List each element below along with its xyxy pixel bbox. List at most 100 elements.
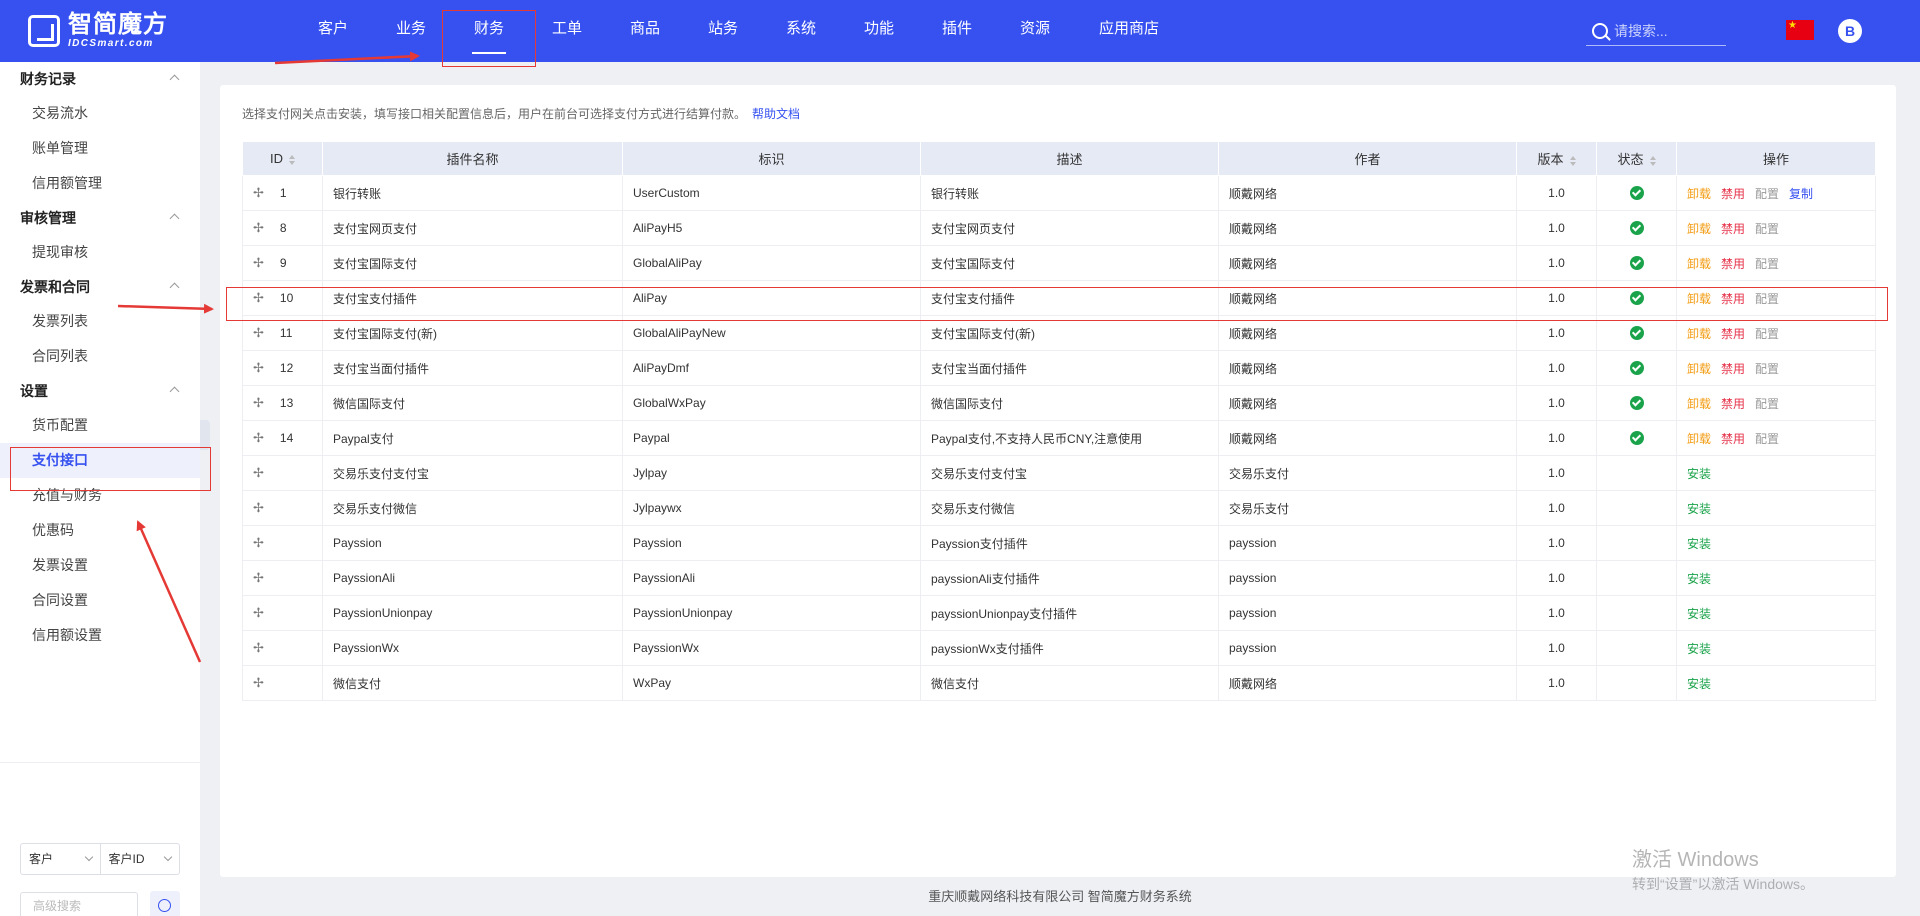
logo[interactable]: 智简魔方 IDCSmart.com bbox=[28, 13, 168, 49]
nav-item-8[interactable]: 插件 bbox=[918, 0, 996, 62]
disable-button[interactable]: 禁用 bbox=[1721, 187, 1745, 201]
nav-item-2[interactable]: 财务 bbox=[450, 0, 528, 62]
disable-button[interactable]: 禁用 bbox=[1721, 257, 1745, 271]
advanced-search-input[interactable]: 高级搜索 bbox=[20, 892, 138, 916]
config-button[interactable]: 配置 bbox=[1755, 327, 1779, 341]
sidebar-item[interactable]: 支付接口 bbox=[0, 443, 200, 478]
uninstall-button[interactable]: 卸载 bbox=[1687, 257, 1711, 271]
drag-handle-icon[interactable]: ✢ bbox=[253, 220, 264, 235]
config-button[interactable]: 配置 bbox=[1755, 257, 1779, 271]
copy-button[interactable]: 复制 bbox=[1789, 187, 1813, 201]
cell-name: 支付宝当面付插件 bbox=[322, 350, 623, 386]
config-button[interactable]: 配置 bbox=[1755, 362, 1779, 376]
install-button[interactable]: 安装 bbox=[1687, 467, 1711, 481]
uninstall-button[interactable]: 卸载 bbox=[1687, 362, 1711, 376]
nav-item-1[interactable]: 业务 bbox=[372, 0, 450, 62]
drag-handle-icon[interactable]: ✢ bbox=[253, 500, 264, 515]
nav-item-3[interactable]: 工单 bbox=[528, 0, 606, 62]
disable-button[interactable]: 禁用 bbox=[1721, 432, 1745, 446]
cell-actions: 安装 bbox=[1676, 665, 1876, 701]
install-button[interactable]: 安装 bbox=[1687, 607, 1711, 621]
install-button[interactable]: 安装 bbox=[1687, 572, 1711, 586]
column-header[interactable]: ID bbox=[242, 141, 323, 176]
drag-handle-icon[interactable]: ✢ bbox=[253, 535, 264, 550]
sidebar-item[interactable]: 合同列表 bbox=[0, 339, 200, 374]
check-circle-icon bbox=[1629, 396, 1644, 411]
config-button[interactable]: 配置 bbox=[1755, 222, 1779, 236]
sidebar-item[interactable]: 信用额管理 bbox=[0, 166, 200, 201]
cell-version: 1.0 bbox=[1516, 175, 1597, 211]
sidebar-item[interactable]: 优惠码 bbox=[0, 513, 200, 548]
drag-handle-icon[interactable]: ✢ bbox=[253, 185, 264, 200]
global-search[interactable]: 请搜索... bbox=[1586, 16, 1726, 46]
drag-handle-icon[interactable]: ✢ bbox=[253, 255, 264, 270]
drag-handle-icon[interactable]: ✢ bbox=[253, 675, 264, 690]
row-id: 11 bbox=[279, 326, 293, 340]
sidebar-item[interactable]: 货币配置 bbox=[0, 408, 200, 443]
sidebar-item[interactable]: 信用额设置 bbox=[0, 618, 200, 653]
disable-button[interactable]: 禁用 bbox=[1721, 327, 1745, 341]
disable-button[interactable]: 禁用 bbox=[1721, 292, 1745, 306]
sidebar-item[interactable]: 账单管理 bbox=[0, 131, 200, 166]
sort-icon[interactable] bbox=[1649, 155, 1656, 166]
sidebar-item[interactable]: 合同设置 bbox=[0, 583, 200, 618]
install-button[interactable]: 安装 bbox=[1687, 642, 1711, 656]
advanced-search-button[interactable] bbox=[150, 891, 180, 916]
sort-icon[interactable] bbox=[1569, 155, 1576, 166]
uninstall-button[interactable]: 卸载 bbox=[1687, 432, 1711, 446]
search-input[interactable]: 请搜索... bbox=[1614, 21, 1668, 41]
china-flag-icon[interactable] bbox=[1786, 20, 1814, 40]
nav-item-0[interactable]: 客户 bbox=[294, 0, 372, 62]
nav-item-5[interactable]: 站务 bbox=[684, 0, 762, 62]
sidebar-item[interactable]: 充值与财务 bbox=[0, 478, 200, 513]
search-type-select[interactable]: 客户 bbox=[21, 844, 100, 874]
config-button[interactable]: 配置 bbox=[1755, 187, 1779, 201]
help-doc-link[interactable]: 帮助文档 bbox=[752, 107, 800, 121]
sidebar-item[interactable]: 交易流水 bbox=[0, 96, 200, 131]
drag-handle-icon[interactable]: ✢ bbox=[253, 465, 264, 480]
nav-item-10[interactable]: 应用商店 bbox=[1074, 0, 1184, 62]
nav-item-6[interactable]: 系统 bbox=[762, 0, 840, 62]
sort-icon[interactable] bbox=[289, 154, 295, 165]
search-field-select[interactable]: 客户ID bbox=[99, 844, 180, 874]
uninstall-button[interactable]: 卸载 bbox=[1687, 292, 1711, 306]
install-button[interactable]: 安装 bbox=[1687, 677, 1711, 691]
drag-handle-icon[interactable]: ✢ bbox=[253, 640, 264, 655]
config-button[interactable]: 配置 bbox=[1755, 292, 1779, 306]
sidebar-group-title[interactable]: 审核管理 bbox=[0, 201, 200, 235]
sidebar-item[interactable]: 发票列表 bbox=[0, 304, 200, 339]
uninstall-button[interactable]: 卸载 bbox=[1687, 327, 1711, 341]
uninstall-button[interactable]: 卸载 bbox=[1687, 187, 1711, 201]
drag-handle-icon[interactable]: ✢ bbox=[253, 360, 264, 375]
sidebar-collapse-handle[interactable] bbox=[200, 420, 210, 450]
nav-item-4[interactable]: 商品 bbox=[606, 0, 684, 62]
disable-button[interactable]: 禁用 bbox=[1721, 222, 1745, 236]
drag-handle-icon[interactable]: ✢ bbox=[253, 605, 264, 620]
install-button[interactable]: 安装 bbox=[1687, 502, 1711, 516]
cell-ident: PayssionWx bbox=[622, 630, 921, 666]
drag-handle-icon[interactable]: ✢ bbox=[253, 290, 264, 305]
avatar[interactable]: B bbox=[1838, 19, 1862, 43]
nav-item-9[interactable]: 资源 bbox=[996, 0, 1074, 62]
uninstall-button[interactable]: 卸载 bbox=[1687, 397, 1711, 411]
sidebar-item[interactable]: 提现审核 bbox=[0, 235, 200, 270]
disable-button[interactable]: 禁用 bbox=[1721, 397, 1745, 411]
sidebar-item[interactable]: 发票设置 bbox=[0, 548, 200, 583]
uninstall-button[interactable]: 卸载 bbox=[1687, 222, 1711, 236]
sidebar-group-title[interactable]: 发票和合同 bbox=[0, 270, 200, 304]
sidebar-group-title[interactable]: 财务记录 bbox=[0, 62, 200, 96]
install-button[interactable]: 安装 bbox=[1687, 537, 1711, 551]
drag-handle-icon[interactable]: ✢ bbox=[253, 395, 264, 410]
drag-handle-icon[interactable]: ✢ bbox=[253, 570, 264, 585]
drag-handle-icon[interactable]: ✢ bbox=[253, 430, 264, 445]
config-button[interactable]: 配置 bbox=[1755, 397, 1779, 411]
cell-actions: 安装 bbox=[1676, 490, 1876, 526]
config-button[interactable]: 配置 bbox=[1755, 432, 1779, 446]
nav-item-7[interactable]: 功能 bbox=[840, 0, 918, 62]
sidebar-group-title[interactable]: 设置 bbox=[0, 374, 200, 408]
column-header[interactable]: 状态 bbox=[1596, 141, 1677, 176]
drag-handle-icon[interactable]: ✢ bbox=[253, 325, 264, 340]
cell-ident: Jylpay bbox=[622, 455, 921, 491]
column-header[interactable]: 版本 bbox=[1516, 141, 1597, 176]
disable-button[interactable]: 禁用 bbox=[1721, 362, 1745, 376]
